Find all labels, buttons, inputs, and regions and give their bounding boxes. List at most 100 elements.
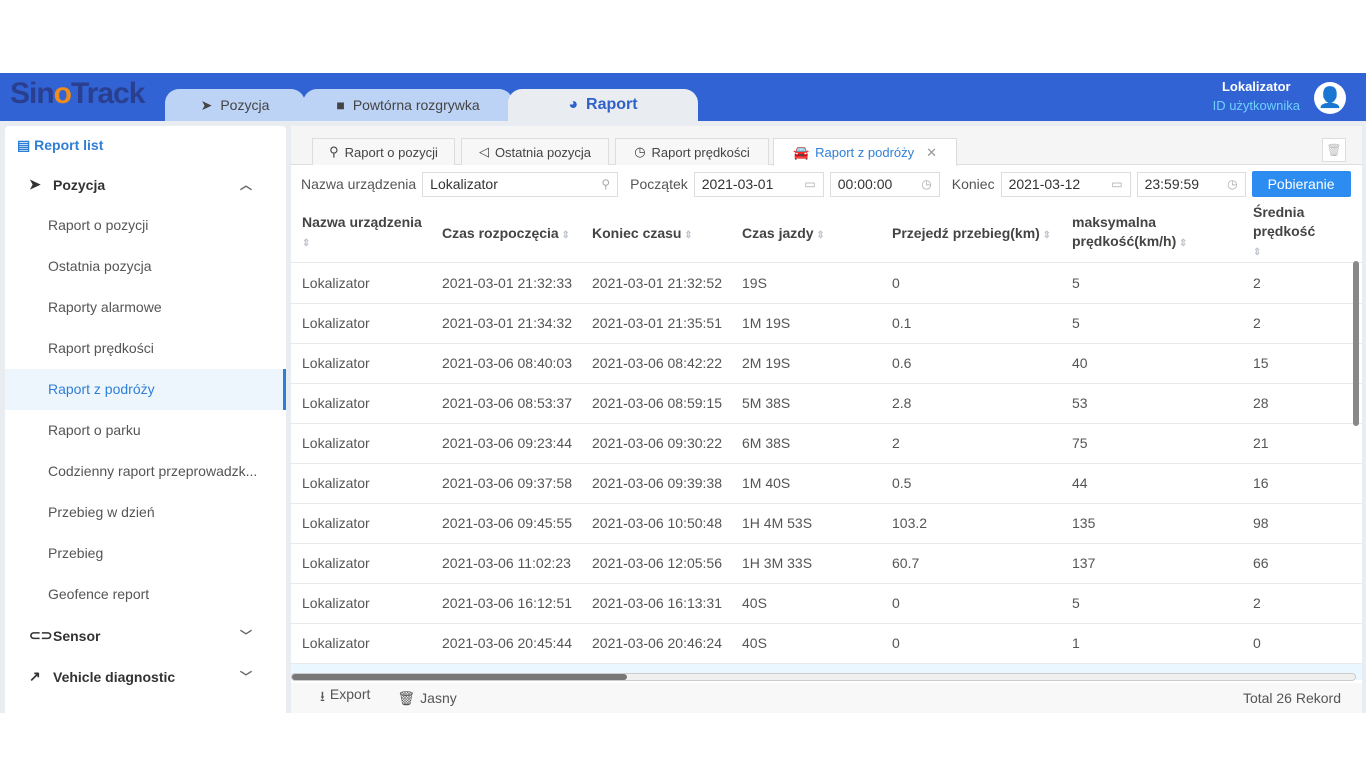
- column-header[interactable]: Czas rozpoczęcia ⇕: [431, 203, 581, 263]
- table-row[interactable]: Lokalizator 2021-03-06 09:37:58 2021-03-06…: [291, 463, 1362, 504]
- sort-icon[interactable]: ⇕: [302, 238, 310, 249]
- fetch-button[interactable]: Pobieranie: [1251, 171, 1351, 197]
- table-cell: 40: [1061, 343, 1242, 384]
- end-time-input[interactable]: 23:59:59 ◷: [1136, 171, 1246, 197]
- table-row[interactable]: Lokalizator 2021-03-06 09:23:44 2021-03-06…: [291, 423, 1362, 464]
- sidebar: ▤ Report list ➤ Pozycja ︿ Raport o pozycji…: [5, 126, 286, 713]
- group-label: Vehicle diagnostic: [53, 668, 176, 685]
- table-cell: 21: [1242, 423, 1362, 464]
- table-cell: 103.2: [881, 503, 1061, 544]
- table-row[interactable]: Lokalizator 2021-03-06 08:53:37 2021-03-06…: [291, 383, 1362, 424]
- sort-icon[interactable]: ⇕: [814, 230, 824, 241]
- close-icon[interactable]: ✕: [926, 145, 937, 161]
- group-sensor[interactable]: ⊂⊃ Sensor ﹀: [5, 615, 286, 656]
- end-date-input[interactable]: 2021-03-12 ▭: [1000, 171, 1131, 197]
- table-cell: 5: [1061, 263, 1242, 304]
- start-date-input[interactable]: 2021-03-01 ▭: [693, 171, 824, 197]
- column-header[interactable]: Nazwa urządzenia ⇕: [291, 203, 431, 263]
- table-cell: Lokalizator: [291, 263, 431, 304]
- report-list-title: ▤ Report list: [5, 126, 286, 164]
- sort-icon[interactable]: ⇕: [681, 230, 692, 241]
- avatar[interactable]: 👤: [1314, 82, 1346, 114]
- table-row[interactable]: Lokalizator 2021-03-06 08:40:03 2021-03-06…: [291, 343, 1362, 384]
- table-cell: 1M 40S: [731, 463, 881, 504]
- table-cell: Lokalizator: [291, 423, 431, 464]
- user-info[interactable]: Lokalizator ID użytkownika: [1213, 79, 1300, 113]
- table-cell: 60.7: [881, 543, 1061, 584]
- table-footer: ⭳ Export 🗑 Jasny Total 26 Rekord: [291, 683, 1362, 713]
- start-date: 2021-03-01: [701, 176, 774, 192]
- paper-plane-icon: ➤: [29, 176, 41, 192]
- sidebar-item[interactable]: Raporty alarmowe: [5, 287, 286, 328]
- sidebar-item[interactable]: Ostatnia pozycja: [5, 246, 286, 287]
- tab-replay[interactable]: ■ Powtórna rozgrywka: [303, 89, 513, 121]
- column-header[interactable]: Przejedź przebieg(km) ⇕: [881, 203, 1061, 263]
- column-header[interactable]: Średnia prędkość ⇕: [1242, 203, 1362, 263]
- table-row[interactable]: Lokalizator 2021-03-06 11:02:23 2021-03-06…: [291, 543, 1362, 584]
- table-cell: 0.5: [881, 463, 1061, 504]
- tab-pozycja[interactable]: ➤ Pozycja: [165, 89, 305, 121]
- sidebar-item[interactable]: Raport prędkości: [5, 328, 286, 369]
- calendar-icon: ▭: [804, 177, 816, 191]
- logo: SinoTrack: [10, 77, 145, 110]
- device-value: Lokalizator: [430, 176, 498, 192]
- device-input[interactable]: Lokalizator ⚲: [422, 171, 619, 197]
- tab-ostatnia-pozycja[interactable]: ◁ Ostatnia pozycja: [461, 138, 609, 165]
- end-label: Koniec: [951, 176, 995, 192]
- vertical-scrollbar[interactable]: [1353, 261, 1359, 426]
- tab-raport-z-podrozy[interactable]: 🚘 Raport z podróży ✕: [773, 138, 957, 166]
- table-cell: 2021-03-06 09:39:38: [581, 463, 731, 504]
- start-time-input[interactable]: 00:00:00 ◷: [829, 171, 940, 197]
- column-header[interactable]: Czas jazdy ⇕: [731, 203, 881, 263]
- table-cell: 5: [1061, 583, 1242, 624]
- table-row[interactable]: Lokalizator 2021-03-06 16:12:51 2021-03-06…: [291, 583, 1362, 624]
- table-row[interactable]: Lokalizator 2021-03-06 09:45:55 2021-03-06…: [291, 503, 1362, 544]
- column-label: Koniec czasu: [592, 224, 682, 241]
- tab-raport-o-pozycji[interactable]: ⚲ Raport o pozycji: [312, 138, 455, 165]
- sidebar-item[interactable]: Raport o parku: [5, 410, 286, 451]
- column-header[interactable]: Koniec czasu ⇕: [581, 203, 731, 263]
- sort-icon[interactable]: ⇕: [1040, 230, 1051, 241]
- group-pozycja[interactable]: ➤ Pozycja ︿: [5, 164, 286, 205]
- table-cell: 40S: [731, 583, 881, 624]
- start-label: Początek: [630, 176, 688, 192]
- group-vehicle-diagnostic[interactable]: ↗ Vehicle diagnostic ﹀: [5, 656, 286, 697]
- list-icon: ▤: [17, 137, 35, 153]
- column-header[interactable]: maksymalna prędkość(km/h) ⇕: [1061, 203, 1242, 263]
- sort-icon[interactable]: ⇕: [1253, 247, 1261, 258]
- table-cell: 2.8: [881, 383, 1061, 424]
- table-cell: 2021-03-06 12:05:56: [581, 543, 731, 584]
- sort-icon[interactable]: ⇕: [559, 230, 569, 241]
- sidebar-item[interactable]: Przebieg w dzień: [5, 492, 286, 533]
- table-cell: 135: [1061, 503, 1242, 544]
- video-icon: ■: [336, 97, 345, 113]
- table-cell: 40S: [731, 623, 881, 664]
- table-cell: 2021-03-01 21:32:33: [431, 263, 581, 304]
- horizontal-scrollbar[interactable]: [291, 673, 1356, 681]
- table-row[interactable]: Lokalizator 2021-03-01 21:34:32 2021-03-01…: [291, 303, 1362, 344]
- column-label: Czas rozpoczęcia: [442, 224, 559, 241]
- tab-label: Raport o pozycji: [344, 144, 438, 160]
- table-cell: 75: [1061, 423, 1242, 464]
- table-row[interactable]: Lokalizator 2021-03-06 20:45:44 2021-03-06…: [291, 623, 1362, 664]
- trash-icon[interactable]: 🗑: [1322, 138, 1346, 162]
- table-cell: 2021-03-06 09:45:55: [431, 503, 581, 544]
- sort-icon[interactable]: ⇕: [1176, 238, 1187, 249]
- sidebar-item-active[interactable]: Raport z podróży: [5, 369, 286, 410]
- sidebar-item[interactable]: Geofence report: [5, 574, 286, 615]
- table-cell: 2021-03-06 08:53:37: [431, 383, 581, 424]
- tab-raport[interactable]: ◕ Raport: [508, 89, 698, 121]
- table-row[interactable]: Lokalizator 2021-03-01 21:32:33 2021-03-01…: [291, 263, 1362, 304]
- sidebar-item[interactable]: Codzienny raport przeprowadzk...: [5, 451, 286, 492]
- table-cell: 0: [881, 623, 1061, 664]
- clear-button[interactable]: 🗑 Jasny: [397, 690, 456, 707]
- trash-icon: 🗑: [397, 689, 416, 706]
- sidebar-item[interactable]: Raport o pozycji: [5, 205, 286, 246]
- table-cell: 66: [1242, 543, 1362, 584]
- export-button[interactable]: ⭳ Export: [320, 686, 370, 710]
- sidebar-item[interactable]: Przebieg: [5, 533, 286, 574]
- tab-raport-predkosci[interactable]: ◷ Raport prędkości: [615, 138, 769, 165]
- column-label: Przejedź przebieg(km): [892, 224, 1040, 241]
- table-cell: Lokalizator: [291, 463, 431, 504]
- table-cell: 2: [881, 423, 1061, 464]
